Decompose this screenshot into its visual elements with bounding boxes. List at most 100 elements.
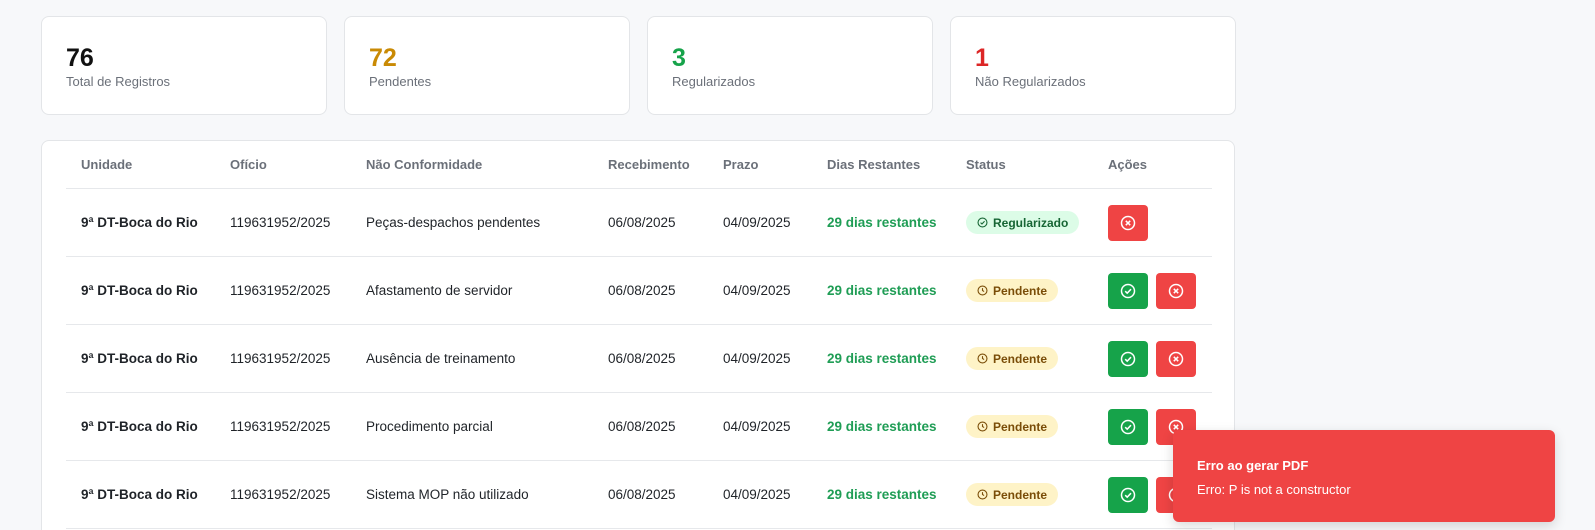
stat-card-total: 76 Total de Registros bbox=[41, 16, 327, 115]
toast-message: Erro: P is not a constructor bbox=[1197, 482, 1351, 497]
reject-button[interactable] bbox=[1108, 204, 1148, 241]
status-badge: Pendente bbox=[966, 347, 1059, 370]
status-label: Regularizado bbox=[993, 215, 1069, 230]
cell-unidade: 9ª DT-Boca do Rio bbox=[66, 188, 215, 257]
col-header-oficio: Ofício bbox=[215, 141, 351, 189]
clock-icon bbox=[977, 285, 988, 296]
check-circle-icon bbox=[1120, 283, 1136, 299]
row-actions bbox=[1108, 272, 1212, 309]
clock-icon bbox=[977, 421, 988, 432]
stat-label: Pendentes bbox=[369, 74, 432, 89]
col-header-prazo: Prazo bbox=[708, 141, 812, 189]
table-row: 9ª DT-Boca do Rio 119631952/2025 Afastamen… bbox=[66, 256, 1212, 325]
clock-icon bbox=[977, 353, 988, 364]
status-badge: Pendente bbox=[966, 483, 1059, 506]
records-table: Unidade Ofício Não Conformidade Recebime… bbox=[66, 141, 1212, 529]
cell-recebimento: 06/08/2025 bbox=[593, 188, 708, 257]
cell-oficio: 119631952/2025 bbox=[215, 392, 351, 461]
cell-status: Pendente bbox=[951, 392, 1093, 461]
cell-dias-restantes: 29 dias restantes bbox=[812, 188, 951, 257]
status-label: Pendente bbox=[993, 419, 1048, 434]
reject-button[interactable] bbox=[1156, 340, 1196, 377]
table-row: 9ª DT-Boca do Rio 119631952/2025 Peças-des… bbox=[66, 188, 1212, 257]
stat-value: 3 bbox=[672, 44, 686, 72]
error-toast[interactable]: Erro ao gerar PDF Erro: P is not a const… bbox=[1173, 430, 1555, 522]
toast-title: Erro ao gerar PDF bbox=[1197, 458, 1309, 473]
status-badge: Pendente bbox=[966, 279, 1059, 302]
cell-dias-restantes: 29 dias restantes bbox=[812, 460, 951, 529]
cell-nao-conformidade: Procedimento parcial bbox=[351, 392, 593, 461]
cell-oficio: 119631952/2025 bbox=[215, 324, 351, 393]
records-table-card: Unidade Ofício Não Conformidade Recebime… bbox=[41, 140, 1235, 530]
col-header-acoes: Ações bbox=[1093, 141, 1212, 189]
check-circle-icon bbox=[1120, 351, 1136, 367]
stat-value: 76 bbox=[66, 44, 94, 72]
cell-nao-conformidade: Afastamento de servidor bbox=[351, 256, 593, 325]
approve-button[interactable] bbox=[1108, 340, 1148, 377]
cell-unidade: 9ª DT-Boca do Rio bbox=[66, 256, 215, 325]
stats-row: 76 Total de Registros 72 Pendentes 3 Reg… bbox=[41, 16, 1236, 115]
cell-recebimento: 06/08/2025 bbox=[593, 324, 708, 393]
cell-acoes bbox=[1093, 324, 1212, 393]
col-header-nao-conformidade: Não Conformidade bbox=[351, 141, 593, 189]
cell-recebimento: 06/08/2025 bbox=[593, 392, 708, 461]
cell-recebimento: 06/08/2025 bbox=[593, 256, 708, 325]
cell-oficio: 119631952/2025 bbox=[215, 256, 351, 325]
status-badge: Regularizado bbox=[966, 211, 1080, 234]
cell-dias-restantes: 29 dias restantes bbox=[812, 324, 951, 393]
row-actions bbox=[1108, 340, 1212, 377]
cell-oficio: 119631952/2025 bbox=[215, 188, 351, 257]
x-circle-icon bbox=[1168, 351, 1184, 367]
status-label: Pendente bbox=[993, 351, 1048, 366]
approve-button[interactable] bbox=[1108, 476, 1148, 513]
reject-button[interactable] bbox=[1156, 272, 1196, 309]
col-header-dias-restantes: Dias Restantes bbox=[812, 141, 951, 189]
stat-card-regularizados: 3 Regularizados bbox=[647, 16, 933, 115]
table-body: 9ª DT-Boca do Rio 119631952/2025 Peças-des… bbox=[66, 188, 1212, 529]
approve-button[interactable] bbox=[1108, 408, 1148, 445]
clock-icon bbox=[977, 489, 988, 500]
cell-prazo: 04/09/2025 bbox=[708, 188, 812, 257]
row-actions bbox=[1108, 204, 1212, 241]
cell-prazo: 04/09/2025 bbox=[708, 256, 812, 325]
page: 76 Total de Registros 72 Pendentes 3 Reg… bbox=[0, 0, 1595, 530]
table-row: 9ª DT-Boca do Rio 119631952/2025 Sistema M… bbox=[66, 460, 1212, 529]
cell-status: Regularizado bbox=[951, 188, 1093, 257]
cell-unidade: 9ª DT-Boca do Rio bbox=[66, 460, 215, 529]
stat-label: Total de Registros bbox=[66, 74, 171, 89]
stat-label: Não Regularizados bbox=[975, 74, 1086, 89]
approve-button[interactable] bbox=[1108, 272, 1148, 309]
cell-oficio: 119631952/2025 bbox=[215, 460, 351, 529]
cell-acoes bbox=[1093, 256, 1212, 325]
cell-dias-restantes: 29 dias restantes bbox=[812, 256, 951, 325]
col-header-recebimento: Recebimento bbox=[593, 141, 708, 189]
stat-value: 72 bbox=[369, 44, 397, 72]
cell-status: Pendente bbox=[951, 324, 1093, 393]
cell-recebimento: 06/08/2025 bbox=[593, 460, 708, 529]
status-label: Pendente bbox=[993, 487, 1048, 502]
stat-value: 1 bbox=[975, 44, 989, 72]
col-header-unidade: Unidade bbox=[66, 141, 215, 189]
stat-card-pendentes: 72 Pendentes bbox=[344, 16, 630, 115]
table-header-row: Unidade Ofício Não Conformidade Recebime… bbox=[66, 141, 1212, 189]
table-row: 9ª DT-Boca do Rio 119631952/2025 Ausência … bbox=[66, 324, 1212, 393]
cell-unidade: 9ª DT-Boca do Rio bbox=[66, 392, 215, 461]
x-circle-icon bbox=[1120, 215, 1136, 231]
cell-prazo: 04/09/2025 bbox=[708, 392, 812, 461]
cell-nao-conformidade: Ausência de treinamento bbox=[351, 324, 593, 393]
status-badge: Pendente bbox=[966, 415, 1059, 438]
cell-prazo: 04/09/2025 bbox=[708, 324, 812, 393]
table-row: 9ª DT-Boca do Rio 119631952/2025 Procedime… bbox=[66, 392, 1212, 461]
cell-acoes bbox=[1093, 188, 1212, 257]
stat-label: Regularizados bbox=[672, 74, 756, 89]
check-circle-icon bbox=[1120, 487, 1136, 503]
cell-unidade: 9ª DT-Boca do Rio bbox=[66, 324, 215, 393]
cell-status: Pendente bbox=[951, 256, 1093, 325]
cell-prazo: 04/09/2025 bbox=[708, 460, 812, 529]
cell-nao-conformidade: Sistema MOP não utilizado bbox=[351, 460, 593, 529]
status-label: Pendente bbox=[993, 283, 1048, 298]
stat-card-nao-regularizados: 1 Não Regularizados bbox=[950, 16, 1236, 115]
cell-nao-conformidade: Peças-despachos pendentes bbox=[351, 188, 593, 257]
col-header-status: Status bbox=[951, 141, 1093, 189]
cell-status: Pendente bbox=[951, 460, 1093, 529]
